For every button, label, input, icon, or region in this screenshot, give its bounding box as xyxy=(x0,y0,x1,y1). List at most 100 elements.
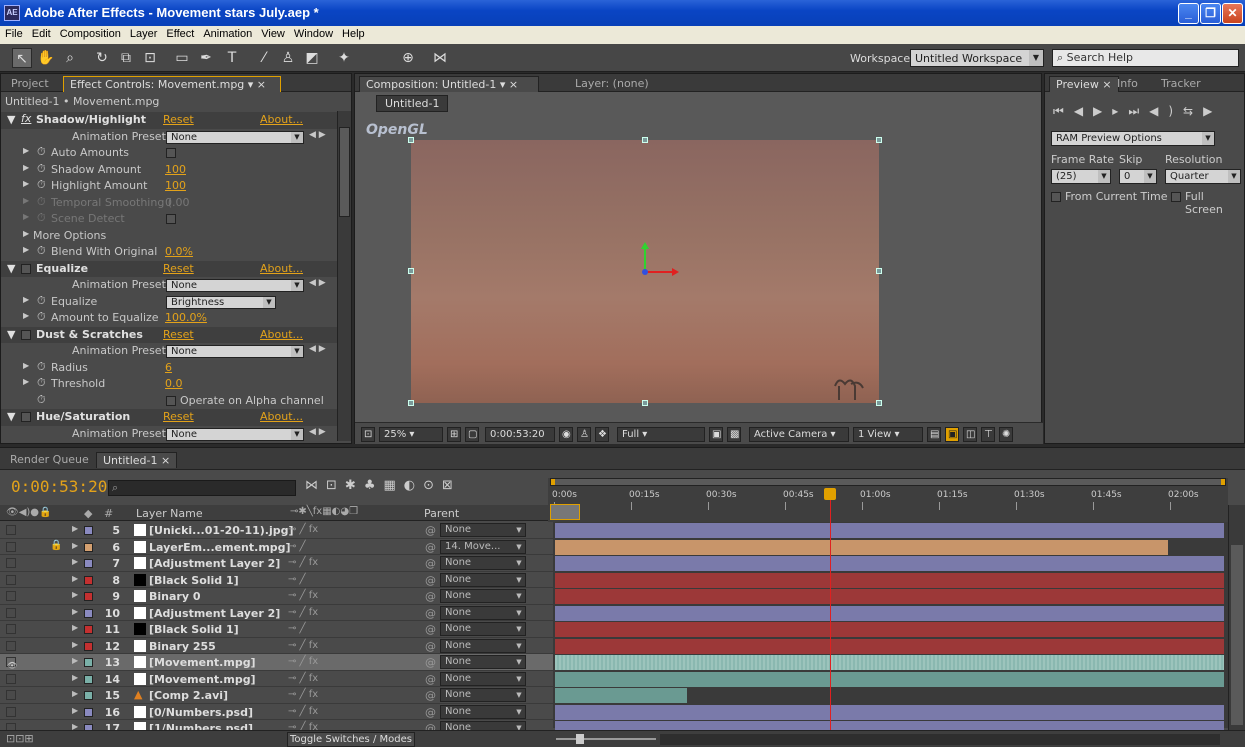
pickwhip-icon[interactable]: @ xyxy=(425,673,436,686)
comp-name-button[interactable]: Untitled-1 xyxy=(376,95,449,112)
layer-row[interactable]: ▶ 16 [0/Numbers.psd] ⊸ ╱ fx @ None ▼ xyxy=(0,704,553,720)
stopwatch-icon[interactable]: ⏱ xyxy=(37,178,46,192)
zoom-slider-thumb[interactable] xyxy=(576,734,584,744)
pickwhip-icon[interactable]: @ xyxy=(425,524,436,537)
layer-duration-bar[interactable] xyxy=(555,539,1168,555)
from-current-time-checkbox[interactable] xyxy=(1051,192,1061,202)
axis-mode-icon[interactable]: ⊕ xyxy=(398,48,418,68)
audio-icon[interactable]: ◀) xyxy=(1149,104,1183,118)
transform-handle[interactable] xyxy=(408,137,414,143)
twirl-right-icon[interactable]: ▶ xyxy=(72,673,78,682)
current-time-indicator[interactable] xyxy=(830,490,831,730)
snap-icon[interactable]: ⋈ xyxy=(430,48,450,68)
layer-name[interactable]: Binary 0 xyxy=(149,590,201,603)
region-of-interest-icon[interactable]: ▣ xyxy=(709,427,723,442)
comp-mini-flowchart-icon[interactable]: ⋈ xyxy=(305,478,326,493)
zoom-slider[interactable] xyxy=(556,734,656,744)
menu-view[interactable]: View xyxy=(256,26,289,40)
brush-tool-icon[interactable]: ⁄ xyxy=(254,48,274,68)
layer-name-header[interactable]: Layer Name xyxy=(136,507,203,520)
layer-duration-bar[interactable] xyxy=(555,523,1224,538)
fast-previews-icon[interactable]: ▣ xyxy=(945,427,959,442)
pickwhip-icon[interactable]: @ xyxy=(425,640,436,653)
twirl-right-icon[interactable]: ▶ xyxy=(23,311,29,320)
layer-row[interactable]: 👁 ▶ 13 [Movement.mpg] ⊸ ╱ fx @ None ▼ xyxy=(0,654,553,671)
play-icon[interactable]: ▶ xyxy=(1093,104,1112,118)
skip-select[interactable]: 0 ▼ xyxy=(1119,169,1157,184)
timeline-scrollbar[interactable] xyxy=(1228,505,1245,730)
video-toggle[interactable] xyxy=(6,640,16,651)
rectangle-tool-icon[interactable]: ▭ xyxy=(172,48,192,68)
twirl-right-icon[interactable]: ▶ xyxy=(23,163,29,172)
tab-untitled-1[interactable]: Untitled-1 × xyxy=(96,452,178,468)
layer-row[interactable]: ▶ 10 [Adjustment Layer 2] ⊸ ╱ fx @ None ▼ xyxy=(0,605,553,621)
parent-select[interactable]: None ▼ xyxy=(440,605,526,620)
layer-switches-icon[interactable]: ⊸ ╱ fx xyxy=(288,689,318,700)
twirl-right-icon[interactable]: ▶ xyxy=(23,146,29,155)
transform-handle[interactable] xyxy=(642,400,648,406)
pen-tool-icon[interactable]: ✒ xyxy=(196,48,216,68)
label-color-swatch[interactable] xyxy=(84,625,93,634)
stopwatch-icon[interactable]: ⏱ xyxy=(37,244,46,258)
first-frame-icon[interactable]: ⏮ xyxy=(1053,104,1074,118)
layer-switches-icon[interactable]: ⊸ ╱ xyxy=(288,574,306,585)
fx-toggle-checkbox[interactable] xyxy=(21,329,31,340)
footer-toggle-icons[interactable]: ⊡⊡⊞ xyxy=(6,732,34,745)
layer-name[interactable]: [Black Solid 1] xyxy=(149,574,239,587)
label-color-swatch[interactable] xyxy=(84,641,93,651)
layer-duration-bar[interactable] xyxy=(555,556,1224,571)
label-color-swatch[interactable] xyxy=(84,674,93,684)
twirl-right-icon[interactable]: ▶ xyxy=(23,295,29,304)
twirl-down-icon[interactable]: ▼ xyxy=(7,262,15,275)
pickwhip-icon[interactable]: @ xyxy=(425,541,436,554)
pickwhip-icon[interactable]: @ xyxy=(425,623,436,636)
label-color-swatch[interactable] xyxy=(84,526,93,535)
menu-help[interactable]: Help xyxy=(337,26,369,40)
resolution-select[interactable]: Quarter ▼ xyxy=(1165,169,1241,184)
pickwhip-icon[interactable]: @ xyxy=(425,557,436,570)
twirl-right-icon[interactable]: ▶ xyxy=(72,557,78,566)
text-tool-icon[interactable]: T xyxy=(222,48,242,68)
close-icon[interactable]: ✕ xyxy=(1222,3,1243,24)
property-value[interactable]: 0.0 xyxy=(165,377,183,390)
layer-name[interactable]: [Adjustment Layer 2] xyxy=(149,557,280,570)
twirl-right-icon[interactable]: ▶ xyxy=(23,212,29,221)
label-color-swatch[interactable] xyxy=(84,575,93,585)
transform-handle[interactable] xyxy=(876,268,882,274)
stopwatch-icon[interactable]: ⏱ xyxy=(37,294,46,308)
layer-name[interactable]: Binary 255 xyxy=(149,640,216,653)
parent-select[interactable]: None ▼ xyxy=(440,622,526,636)
scrollbar-thumb[interactable] xyxy=(1231,545,1243,725)
layer-switches-icon[interactable]: ⊸ ╱ fx xyxy=(288,706,318,717)
layer-name[interactable]: [Movement.mpg] xyxy=(149,656,256,669)
pickwhip-icon[interactable]: @ xyxy=(425,590,436,603)
video-toggle[interactable] xyxy=(6,574,16,585)
tab-project[interactable]: Project xyxy=(5,76,55,92)
property-value[interactable]: 100.0% xyxy=(165,311,207,324)
about-button[interactable]: About... xyxy=(260,410,303,423)
stopwatch-icon[interactable]: ⏱ xyxy=(37,211,46,225)
animation-presets-select[interactable]: None ▼ xyxy=(166,279,304,292)
about-button[interactable]: About... xyxy=(260,113,303,126)
equalize-mode-select[interactable]: Brightness ▼ xyxy=(166,295,276,309)
maximize-icon[interactable]: ❐ xyxy=(1200,3,1221,24)
about-button[interactable]: About... xyxy=(260,262,303,275)
transform-handle[interactable] xyxy=(876,137,882,143)
selection-tool-icon[interactable]: ↖ xyxy=(12,48,32,68)
minimize-icon[interactable]: _ xyxy=(1178,3,1199,24)
clone-stamp-tool-icon[interactable]: ♙ xyxy=(278,48,298,68)
parent-select[interactable]: None ▼ xyxy=(440,688,526,702)
preset-nav-icon[interactable]: ◀ ▶ xyxy=(309,278,326,288)
menu-composition[interactable]: Composition xyxy=(55,26,125,40)
property-value[interactable]: 100 xyxy=(165,163,186,176)
hand-tool-icon[interactable]: ✋ xyxy=(36,48,56,68)
video-toggle[interactable] xyxy=(6,558,16,568)
layer-switches-icon[interactable]: ⊸ ╱ fx xyxy=(288,524,318,535)
stopwatch-icon[interactable]: ⏱ xyxy=(37,145,46,159)
draft-3d-icon[interactable]: ✱ xyxy=(345,478,364,493)
video-toggle[interactable] xyxy=(6,624,16,634)
tab-tracker[interactable]: Tracker xyxy=(1155,76,1207,92)
tab-effect-controls[interactable]: Effect Controls: Movement.mpg ▾ × xyxy=(63,76,281,92)
work-area-start-handle[interactable] xyxy=(551,479,555,485)
playhead-icon[interactable] xyxy=(824,488,836,500)
